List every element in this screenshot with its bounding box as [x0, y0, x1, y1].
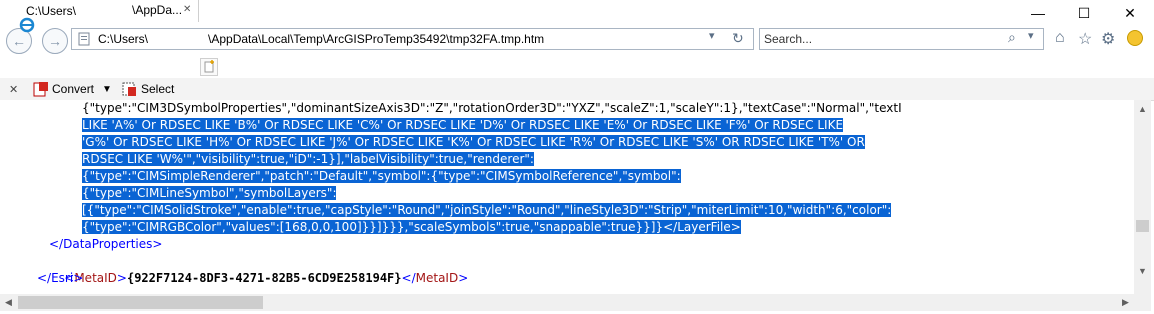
pdf-convert-icon [33, 81, 49, 97]
dropdown-arrow-icon[interactable]: ▾ [709, 29, 715, 42]
selected-text: {"type":"CIMRGBColor","values":[168,0,0,… [82, 220, 741, 234]
code-line-6: {"type":"CIMLineSymbol","symbolLayers": [82, 185, 337, 202]
address-bar[interactable]: C:\Users\ \AppData\Local\Temp\ArcGISProT… [71, 28, 754, 50]
scroll-down-arrow-icon[interactable]: ▼ [1134, 262, 1151, 279]
search-icon[interactable]: ⌕ [1008, 29, 1016, 46]
convert-dropdown-icon[interactable]: ▼ [102, 84, 112, 95]
selected-text: {"type":"CIMLineSymbol","symbolLayers": [82, 186, 337, 200]
tab-bar [0, 56, 1154, 79]
dataproperties-close-tag: </DataProperties> [49, 237, 163, 251]
scroll-up-arrow-icon[interactable]: ▲ [1134, 100, 1151, 117]
close-tab-icon[interactable]: ✕ [183, 4, 191, 15]
minimize-icon: — [1031, 5, 1045, 21]
search-dropdown-icon[interactable]: ▾ [1028, 29, 1034, 42]
feedback-smiley-icon[interactable] [1127, 30, 1143, 46]
close-icon: ✕ [1124, 4, 1136, 21]
search-input[interactable]: Search... [764, 32, 812, 46]
selected-text: LIKE 'A%' Or RDSEC LIKE 'B%' Or RDSEC LI… [82, 118, 844, 132]
new-tab-icon [204, 60, 214, 73]
selected-text: [{"type":"CIMSolidStroke","enable":true,… [82, 203, 892, 217]
code-line-8: {"type":"CIMRGBColor","values":[168,0,0,… [82, 219, 741, 236]
code-line-2: LIKE 'A%' Or RDSEC LIKE 'B%' Or RDSEC LI… [82, 117, 844, 134]
home-icon[interactable]: ⌂ [1055, 29, 1065, 47]
horizontal-scroll-thumb[interactable] [18, 296, 263, 309]
code-line-5: {"type":"CIMSimpleRenderer","patch":"Def… [82, 168, 681, 185]
code-line-1: {"type":"CIM3DSymbolProperties","dominan… [82, 101, 902, 115]
code-line-3: 'G%' Or RDSEC LIKE 'H%' Or RDSEC LIKE 'J… [82, 134, 865, 151]
metaid-value: {922F7124-8DF3-4271-82B5-6CD9E258194F} [126, 271, 402, 285]
close-window-button[interactable]: ✕ [1107, 0, 1153, 26]
select-button[interactable]: Select [122, 78, 174, 100]
maximize-icon: ☐ [1077, 4, 1091, 21]
code-line-7: [{"type":"CIMSolidStroke","enable":true,… [82, 202, 892, 219]
vertical-scroll-thumb[interactable] [1136, 220, 1149, 232]
folder-page-icon [77, 32, 91, 46]
close-toolbar-button[interactable]: ✕ [9, 78, 18, 100]
tag-bracket: </ [401, 271, 416, 285]
tab-title-continued: \AppDa... [132, 3, 183, 17]
close-toolbar-icon: ✕ [9, 83, 19, 96]
scroll-right-arrow-icon[interactable]: ▶ [1117, 294, 1134, 311]
minimize-button[interactable]: — [1015, 0, 1061, 26]
selected-text: {"type":"CIMSimpleRenderer","patch":"Def… [82, 169, 681, 183]
search-box[interactable]: Search... ⌕ ▾ [759, 28, 1044, 50]
convert-button[interactable]: Convert ▼ [33, 78, 112, 100]
forward-button[interactable]: → [42, 28, 68, 54]
tab-title: C:\Users\ [26, 4, 77, 18]
tab-active[interactable]: C:\Users\ \AppDa... ✕ [0, 0, 199, 33]
scroll-left-arrow-icon[interactable]: ◀ [0, 294, 17, 311]
document-content: {"type":"CIM3DSymbolProperties","dominan… [0, 100, 1134, 294]
forward-arrow-icon: → [48, 33, 62, 49]
address-text: C:\Users\ \AppData\Local\Temp\ArcGISProT… [98, 32, 545, 46]
maximize-button[interactable]: ☐ [1061, 0, 1107, 26]
settings-gear-icon[interactable]: ⚙ [1101, 29, 1115, 49]
select-label: Select [141, 82, 175, 96]
select-icon [122, 81, 138, 97]
tag-bracket: > [458, 271, 469, 285]
code-line-4: RDSEC LIKE 'W%'","visibility":true,"iD":… [82, 151, 534, 168]
selected-text: RDSEC LIKE 'W%'","visibility":true,"iD":… [82, 152, 534, 166]
selected-text: 'G%' Or RDSEC LIKE 'H%' Or RDSEC LIKE 'J… [82, 135, 865, 149]
convert-label: Convert [52, 82, 95, 96]
refresh-icon[interactable]: ↻ [732, 30, 744, 47]
new-tab-button[interactable] [200, 58, 218, 76]
tag-name: MetaID [415, 271, 459, 285]
favorites-star-icon[interactable]: ☆ [1078, 29, 1092, 49]
esri-close-tag: </Esri> [37, 271, 84, 285]
tag-bracket: > [116, 271, 127, 285]
ie-logo-icon [6, 3, 35, 33]
metaid-element: <MetaID>{922F7124-8DF3-4271-82B5-6CD9E25… [49, 253, 468, 294]
